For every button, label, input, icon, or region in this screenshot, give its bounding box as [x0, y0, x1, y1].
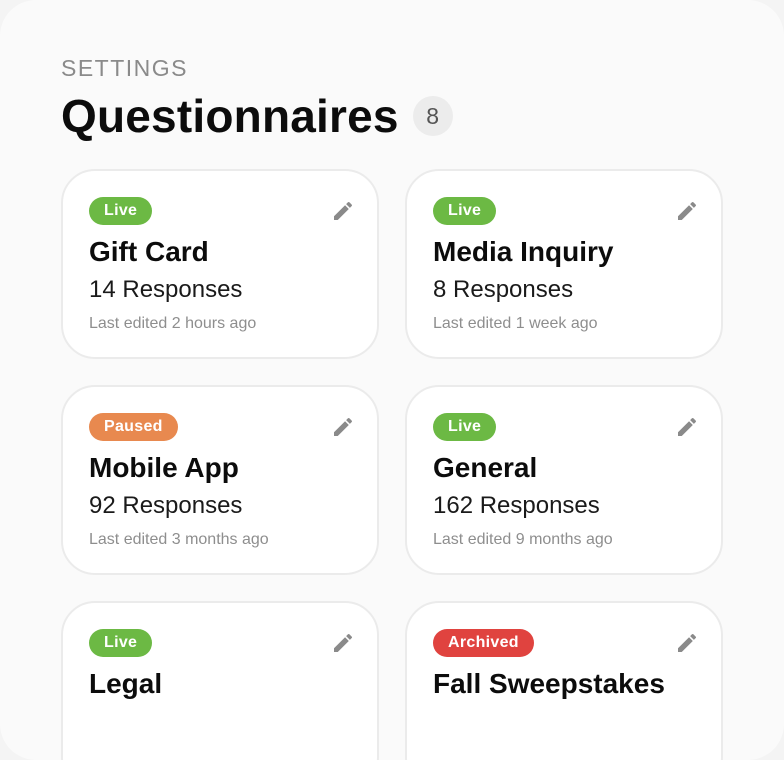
response-count: 162 Responses — [433, 492, 600, 519]
questionnaire-card[interactable]: Live Legal — [61, 601, 379, 760]
title-row: Questionnaires 8 — [61, 88, 453, 144]
questionnaire-card[interactable]: Live General 162 Responses Last edited 9… — [405, 385, 723, 575]
questionnaire-card[interactable]: Live Gift Card 14 Responses Last edited … — [61, 169, 379, 359]
status-badge: Archived — [433, 629, 534, 657]
response-count: 8 Responses — [433, 276, 574, 303]
questionnaire-name: Mobile App — [89, 452, 239, 483]
page-title: Questionnaires — [61, 90, 399, 142]
section-eyebrow: SETTINGS — [61, 55, 189, 81]
status-badge: Paused — [89, 413, 178, 441]
last-edited: Last edited 9 months ago — [433, 531, 613, 548]
questionnaire-card[interactable]: Archived Fall Sweepstakes — [405, 601, 723, 760]
status-badge: Live — [433, 197, 497, 225]
questionnaire-name: Gift Card — [89, 236, 209, 267]
last-edited: Last edited 2 hours ago — [89, 315, 257, 332]
pencil-icon[interactable] — [331, 631, 355, 655]
questionnaires-panel: SETTINGS Questionnaires 8 Live Gift Card… — [0, 0, 784, 760]
last-edited: Last edited 3 months ago — [89, 531, 269, 548]
status-badge: Live — [89, 629, 153, 657]
questionnaire-card[interactable]: Paused Mobile App 92 Responses Last edit… — [61, 385, 379, 575]
questionnaire-card[interactable]: Live Media Inquiry 8 Responses Last edit… — [405, 169, 723, 359]
pencil-icon[interactable] — [675, 199, 699, 223]
status-badge: Live — [89, 197, 153, 225]
questionnaire-name: Media Inquiry — [433, 236, 614, 267]
response-count: 14 Responses — [89, 276, 243, 303]
pencil-icon[interactable] — [331, 415, 355, 439]
pencil-icon[interactable] — [675, 631, 699, 655]
last-edited: Last edited 1 week ago — [433, 315, 598, 332]
count-badge: 8 — [412, 96, 453, 136]
status-badge: Live — [433, 413, 497, 441]
response-count: 92 Responses — [89, 492, 243, 519]
questionnaire-grid: Live Gift Card 14 Responses Last edited … — [61, 169, 723, 760]
questionnaire-name: Legal — [89, 668, 163, 699]
questionnaire-name: Fall Sweepstakes — [433, 668, 665, 699]
questionnaire-name: General — [433, 452, 538, 483]
pencil-icon[interactable] — [675, 415, 699, 439]
pencil-icon[interactable] — [331, 199, 355, 223]
